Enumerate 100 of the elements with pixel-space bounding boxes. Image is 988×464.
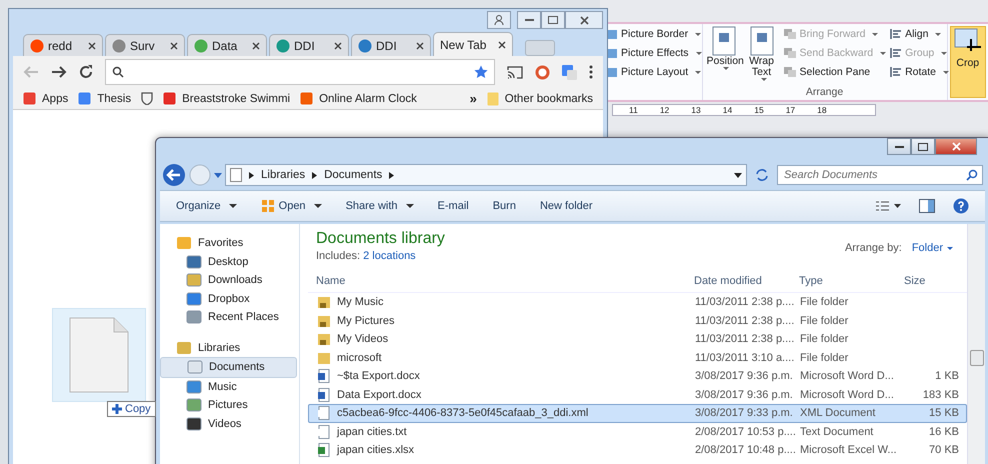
arrange-dropdown[interactable]: Folder [912,242,953,254]
close-icon[interactable] [498,40,506,48]
nav-item[interactable]: Music [160,378,297,396]
nav-item[interactable]: Videos [160,414,297,433]
open-icon [260,199,275,213]
scroll-thumb[interactable] [970,350,984,366]
nav-item[interactable]: Pictures [160,396,297,414]
bookmark[interactable]: Breaststroke Swimmi [163,92,290,105]
minimize-button[interactable] [517,11,541,29]
ruler-number: 13 [691,105,701,115]
ribbon-button[interactable]: Wrap Text [744,26,779,86]
maximize-button[interactable] [541,11,565,29]
bookmark-icon [78,92,92,105]
minimize-icon [894,144,904,148]
search-field[interactable]: Search Documents [777,165,983,185]
cast-icon[interactable] [507,66,523,78]
nav-item[interactable]: Documents [160,357,297,378]
close-icon[interactable] [252,42,260,50]
ribbon-button[interactable]: Selection Pane [782,64,886,80]
toolbar-button[interactable]: E-mail [438,200,469,212]
menu-icon[interactable] [589,65,593,79]
toolbar-button[interactable]: Open [260,199,322,213]
reload-icon[interactable] [79,65,93,79]
browser-tab[interactable]: DDI [351,34,431,56]
nav-item[interactable]: Downloads [160,271,297,290]
close-button[interactable] [935,138,977,155]
toolbar-button[interactable]: Share with [346,200,414,212]
toolbar-button[interactable]: Organize [176,200,237,212]
file-row[interactable]: microsoft 11/03/2011 3:10 a.... File folder [308,348,967,367]
locked-folder-icon [317,314,331,328]
caret-icon [941,52,948,54]
close-icon [952,142,960,151]
search-icon [112,66,124,78]
caret-icon [722,67,729,70]
chevron-icon [249,172,254,178]
nav-icon [186,310,202,324]
toolbar-button[interactable]: Burn [492,200,516,212]
help-icon[interactable] [953,198,969,214]
file-row[interactable]: Data Export.docx 3/08/2017 9:36 p.m. Microsoft Word D... 183 KB [308,386,967,404]
file-icon [317,388,331,402]
bookmark[interactable]: Apps [23,92,68,105]
bookmark[interactable]: Online Alarm Clock [300,92,417,105]
profile-button[interactable] [487,11,511,29]
close-icon [580,16,588,24]
translate-icon[interactable] [562,64,577,80]
nav-item[interactable]: Dropbox [160,290,297,308]
browser-tab[interactable]: DDI [269,34,349,56]
nav-item[interactable]: Desktop [160,252,297,271]
column-header[interactable]: Size [898,275,964,287]
page-icon [710,26,737,56]
browser-tab[interactable]: Surv [105,34,185,56]
nav-item[interactable]: Favorites [160,234,299,252]
scrollbar[interactable] [967,224,985,464]
column-header[interactable]: Name [308,275,688,287]
document-icon [230,168,242,182]
caret-icon [695,32,702,36]
browser-tab[interactable]: New Tab [433,32,513,56]
minimize-button[interactable] [887,138,911,155]
shield-icon[interactable] [141,92,154,105]
close-icon[interactable] [88,42,96,50]
file-row[interactable]: c5acbea6-9fcc-4406-8373-5e0f45cafaab_3_ddi.xml 3/08/2017 9:33 p.m. XML Document 15 KB [308,404,967,422]
breadcrumb-item[interactable]: Libraries [261,169,306,181]
close-button[interactable] [565,11,603,29]
file-row[interactable]: japan cities.xlsx 2/08/2017 10:48 p.... Microsoft Excel W... 70 KB [308,441,967,460]
overflow-button[interactable]: » [470,91,477,106]
forward-icon[interactable] [51,65,67,79]
column-header[interactable]: Type [793,275,898,287]
toolbar-button[interactable]: New folder [540,200,593,212]
file-row[interactable]: My Videos 11/03/2011 2:38 p.... File folder [308,330,967,348]
file-row[interactable]: My Pictures 11/03/2011 2:38 p.... File folder [308,312,967,330]
star-icon[interactable] [474,65,488,79]
browser-tab[interactable]: redd [23,34,103,56]
nav-item[interactable]: Recent Places [160,308,297,326]
nav-icon [186,398,202,412]
caret-icon[interactable] [734,172,742,178]
back-button[interactable] [162,163,186,187]
bookmark[interactable]: Thesis [78,92,132,105]
file-row[interactable]: japan cities.txt 2/08/2017 10:53 p.... Text Document 16 KB [308,422,967,441]
ribbon-button[interactable]: Align [890,26,949,42]
file-row[interactable]: My Music 11/03/2011 2:38 p.... File folder [308,293,967,312]
column-header[interactable]: Date modified [688,275,793,287]
preview-pane-icon[interactable] [919,199,935,213]
breadcrumb-item[interactable]: Documents [324,169,382,181]
close-icon[interactable] [334,42,342,50]
refresh-icon[interactable] [755,168,769,182]
nav-item[interactable]: Libraries [160,338,299,357]
maximize-button[interactable] [911,138,935,155]
crop-button[interactable]: Crop [950,26,986,98]
view-icon[interactable] [875,200,901,212]
bookmark[interactable]: Other bookmarks [486,92,593,106]
file-row[interactable]: ~$ta Export.docx 3/08/2017 9:36 p.m. Microsoft Word D... 1 KB [308,367,967,386]
close-icon[interactable] [416,42,424,50]
nav-icon [176,236,192,250]
browser-tab[interactable]: Data [187,34,267,56]
close-icon[interactable] [170,42,178,50]
extension-icon[interactable] [535,64,550,80]
address-bar[interactable]: Libraries Documents [225,164,747,186]
locations-link[interactable]: 2 locations [363,250,416,262]
ribbon-button[interactable]: Position [706,26,741,86]
caret-icon [314,204,322,208]
